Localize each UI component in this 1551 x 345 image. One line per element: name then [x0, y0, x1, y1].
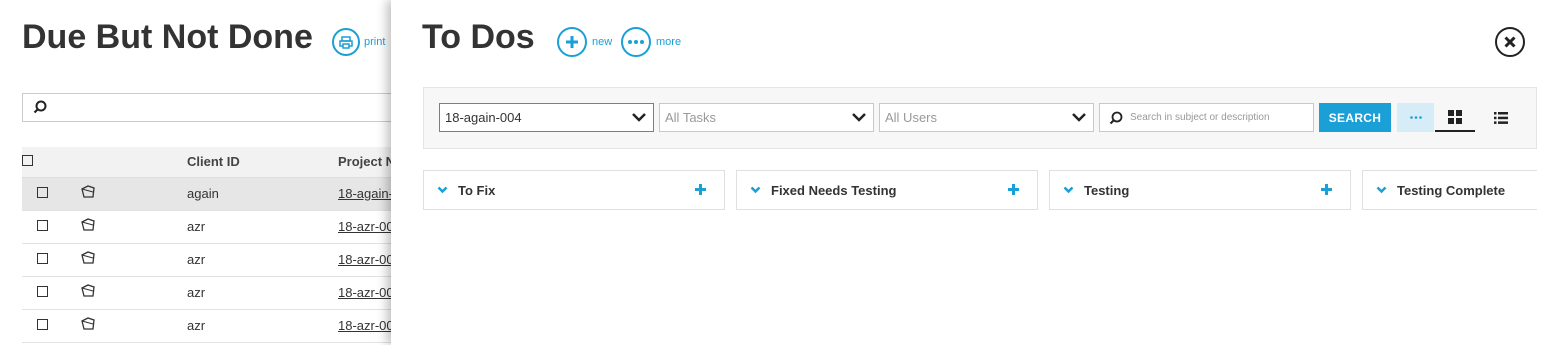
list-view-button[interactable]: [1481, 103, 1521, 132]
chevron-down-icon[interactable]: [1376, 186, 1387, 194]
chevron-down-icon: [1072, 113, 1086, 122]
client-id-cell: azr: [187, 309, 338, 343]
page-title: Due But Not Done: [22, 18, 313, 56]
plus-icon[interactable]: [695, 184, 706, 195]
tasks-select[interactable]: All Tasks: [659, 103, 874, 132]
new-button[interactable]: new: [557, 27, 612, 57]
client-id-cell: azr: [187, 243, 338, 277]
grid-view-icon: [1448, 109, 1462, 124]
column-to-fix[interactable]: To Fix: [423, 170, 725, 210]
project-select[interactable]: 18-again-004: [439, 103, 654, 132]
search-input[interactable]: Search in subject or description: [1099, 103, 1314, 132]
options-button[interactable]: [1397, 103, 1434, 132]
column-title: Fixed Needs Testing: [771, 183, 897, 198]
grid-view-button[interactable]: [1435, 103, 1475, 132]
tag-icon[interactable]: [80, 284, 96, 298]
table-row[interactable]: azr 18-azr-00: [22, 210, 402, 244]
todos-panel: To Dos new more 18-again-004 All Tasks A…: [391, 0, 1551, 345]
client-id-cell: azr: [187, 210, 338, 244]
project-link[interactable]: 18-azr-00: [338, 318, 394, 333]
search-button[interactable]: SEARCH: [1319, 103, 1391, 132]
column-testing-complete[interactable]: Testing Complete: [1362, 170, 1537, 210]
project-link[interactable]: 18-azr-00: [338, 252, 394, 267]
list-view-icon: [1494, 111, 1508, 124]
column-title: Testing: [1084, 183, 1130, 198]
column-fixed-needs-testing[interactable]: Fixed Needs Testing: [736, 170, 1038, 210]
table-header-row: Client ID Project N: [22, 147, 402, 178]
chevron-down-icon[interactable]: [437, 186, 448, 194]
table-row[interactable]: azr 18-azr-00: [22, 243, 402, 277]
column-title: Testing Complete: [1397, 183, 1506, 198]
column-header-client[interactable]: Client ID: [187, 147, 338, 178]
print-label: print: [364, 36, 386, 48]
search-icon: [33, 100, 47, 114]
panel-title: To Dos: [422, 18, 535, 56]
more-icon: [621, 27, 651, 57]
tag-icon[interactable]: [80, 218, 96, 232]
row-checkbox[interactable]: [36, 220, 48, 231]
chevron-down-icon[interactable]: [1063, 186, 1074, 194]
chevron-down-icon[interactable]: [750, 186, 761, 194]
filter-input[interactable]: [22, 93, 402, 122]
project-select-value: 18-again-004: [445, 110, 522, 125]
users-select-value: All Users: [885, 110, 938, 125]
tag-icon[interactable]: [80, 251, 96, 265]
filter-bar: 18-again-004 All Tasks All Users Search …: [423, 87, 1537, 149]
projects-table: Client ID Project N again 18-again-0 azr…: [22, 147, 402, 343]
plus-icon[interactable]: [1008, 184, 1019, 195]
plus-icon: [557, 27, 587, 57]
users-select[interactable]: All Users: [879, 103, 1094, 132]
client-id-cell: azr: [187, 276, 338, 310]
printer-icon: [332, 28, 360, 56]
column-title: To Fix: [458, 183, 496, 198]
more-button[interactable]: more: [621, 27, 681, 57]
row-checkbox[interactable]: [36, 253, 48, 264]
more-icon: [1409, 116, 1422, 119]
project-link[interactable]: 18-azr-00: [338, 285, 394, 300]
more-label: more: [656, 36, 682, 48]
tag-icon[interactable]: [80, 185, 96, 199]
row-checkbox[interactable]: [36, 286, 48, 297]
chevron-down-icon: [632, 113, 646, 122]
project-link[interactable]: 18-azr-00: [338, 219, 394, 234]
column-testing[interactable]: Testing: [1049, 170, 1351, 210]
plus-icon[interactable]: [1321, 184, 1332, 195]
table-row[interactable]: again 18-again-0: [22, 177, 402, 211]
client-id-cell: again: [187, 177, 338, 211]
row-checkbox[interactable]: [36, 187, 48, 198]
chevron-down-icon: [852, 113, 866, 122]
tag-icon[interactable]: [80, 317, 96, 331]
print-button[interactable]: print: [332, 28, 385, 56]
table-row[interactable]: azr 18-azr-00: [22, 276, 402, 310]
search-icon: [1109, 111, 1123, 125]
row-checkbox[interactable]: [36, 319, 48, 330]
select-all-checkbox[interactable]: [22, 155, 33, 167]
tasks-select-value: All Tasks: [665, 110, 717, 125]
table-row[interactable]: azr 18-azr-00: [22, 309, 402, 343]
search-placeholder: Search in subject or description: [1130, 112, 1270, 123]
close-button[interactable]: [1495, 27, 1525, 57]
close-icon: [1504, 36, 1516, 48]
new-label: new: [592, 36, 613, 48]
